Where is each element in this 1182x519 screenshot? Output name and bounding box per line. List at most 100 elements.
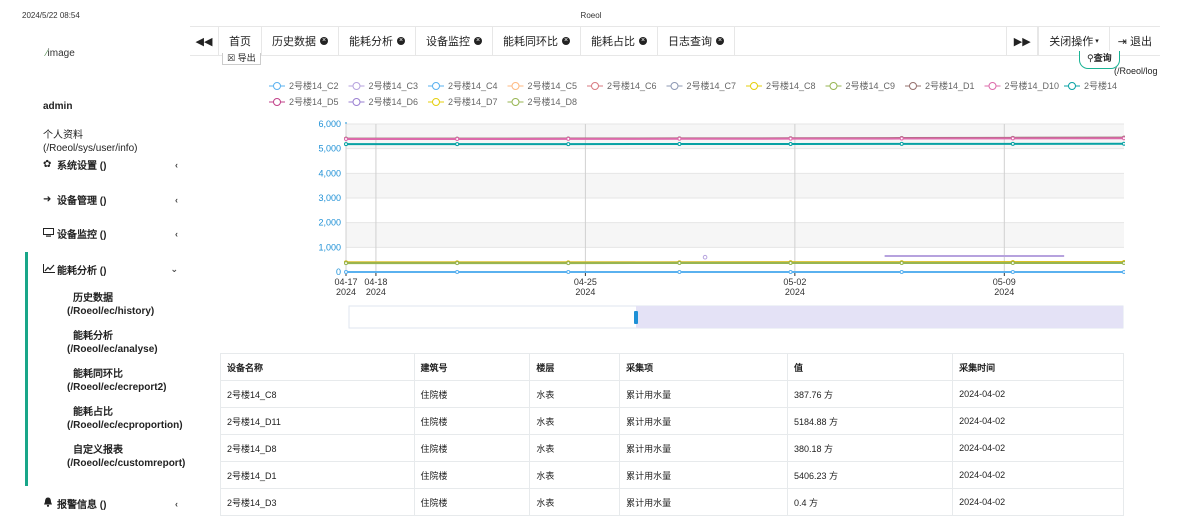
series-point [788,261,793,266]
close-icon[interactable]: × [562,37,570,45]
table-row[interactable]: 2号楼14_D11 住院楼 水表 累计用水量 5184.88 方 2024-04-02 [220,407,1124,435]
chevron-left-icon: ‹ [175,159,178,170]
grid-band [346,173,1124,198]
menu-label: 报警信息 () [57,500,107,511]
close-icon[interactable]: × [474,37,482,45]
sign-out-icon: ⇥ [1117,35,1127,48]
legend-label: 2号楼14_C6 [607,80,657,91]
col-value[interactable]: 值 [786,353,954,381]
tab-label: 能耗同环比 [503,36,558,48]
x-tick-label: 05-02 [783,277,806,287]
table-row[interactable]: 2号楼14_D3 住院楼 水表 累计用水量 0.4 方 2024-04-02 [220,488,1124,516]
top-nav: ◀◀ 首页 历史数据 × 能耗分析 × 设备监控 × 能耗同环比 × 能耗占比 × 日志查… [190,26,1160,56]
username[interactable]: admin [43,101,72,112]
grid-band [346,222,1124,248]
tab-home[interactable]: 首页 [219,27,262,55]
y-tick-label: 1,000 [318,242,341,252]
menu-device-monitoring[interactable]: 设备监控 () ‹ [43,226,178,241]
grid-band [346,148,1124,174]
active-menu-indicator [25,252,28,486]
x-tick-year: 2024 [994,287,1014,297]
submenu-customreport[interactable]: 自定义报表 (/Roeol/ec/customreport) [67,444,185,470]
submenu-path: (/Roeol/ec/ecproportion) [67,420,183,431]
menu-alarm-info[interactable]: 报警信息 () ‹ [43,496,178,511]
close-icon[interactable]: × [716,37,724,45]
series-point [455,270,460,274]
legend-label: 2号楼14_C7 [687,80,737,91]
exit-label: 退出 [1130,36,1152,48]
cell: 0.4 方 [786,488,954,516]
legend-marker [432,98,440,106]
search-icon: ⚲ [1087,53,1094,63]
tab-analyse[interactable]: 能耗分析 × [339,27,416,55]
legend-label: 2号楼14_C3 [369,80,419,91]
legend-label: 2号楼14_C5 [528,80,578,91]
submenu-history[interactable]: 历史数据 (/Roeol/ec/history) [67,292,154,318]
submenu-analyse[interactable]: 能耗分析 (/Roeol/ec/analyse) [67,330,158,356]
series-point [899,136,904,141]
legend-label: 2号楼14_D6 [369,96,419,107]
close-icon[interactable]: × [320,37,328,45]
table-row[interactable]: 2号楼14_D1 住院楼 水表 累计用水量 5406.23 方 2024-04-02 [220,461,1124,489]
col-building[interactable]: 建筑号 [413,353,531,381]
grid-band [346,198,1124,223]
cell: 2号楼14_D3 [220,488,415,516]
submenu-label: 能耗同环比 [73,369,123,380]
profile-link[interactable]: 个人资料 (/Roeol/sys/user/info) [43,129,137,155]
chevron-down-icon: ⌄ [170,264,178,274]
col-collect-time[interactable]: 采集时间 [952,353,1124,381]
tab-history[interactable]: 历史数据 × [262,27,339,55]
cell: 2024-04-02 [952,488,1124,516]
x-tick-year: 2024 [575,287,595,297]
cell: 累计用水量 [619,488,788,516]
nav-scroll-left-button[interactable]: ◀◀ [190,27,219,55]
chevron-left-icon: ‹ [175,228,178,239]
export-button[interactable]: ☒ 导出 [222,53,261,65]
legend-marker [670,82,679,90]
menu-device-management[interactable]: ➜ 设备管理 () ‹ [43,192,178,207]
col-collect-item[interactable]: 采集项 [619,353,788,381]
tab-ecreport2[interactable]: 能耗同环比 × [493,27,581,55]
submenu-label: 自定义报表 [73,445,123,456]
tab-log[interactable]: 日志查询 × [658,27,735,55]
col-floor[interactable]: 楼层 [529,353,621,381]
profile-path: (/Roeol/sys/user/info) [43,143,138,154]
submenu-ecreport2[interactable]: 能耗同环比 (/Roeol/ec/ecreport2) [67,368,166,394]
table-row[interactable]: 2号楼14_C8 住院楼 水表 累计用水量 387.76 方 2024-04-02 [220,380,1124,408]
series-point [455,142,460,147]
menu-system-settings[interactable]: ✿ 系统设置 () ‹ [43,157,178,172]
menu-energy-analysis[interactable]: 能耗分析 () ⌄ [43,262,178,277]
tab-monitor[interactable]: 设备监控 × [416,27,493,55]
close-operations-label: 关闭操作 [1049,36,1094,48]
logo: ⁄image [46,48,75,59]
close-icon[interactable]: × [397,37,405,45]
cell: 2号楼14_D11 [220,407,415,435]
legend-label: 2号楼14_C8 [766,80,816,91]
close-icon[interactable]: × [639,37,647,45]
col-device-name[interactable]: 设备名称 [220,353,415,381]
cell: 2号楼14_D1 [220,461,415,489]
series-point [899,141,904,146]
series-point [677,270,682,274]
series-point [1010,136,1015,141]
y-tick-label: 3,000 [318,193,341,203]
cell: 累计用水量 [619,380,788,408]
series-point [788,141,793,146]
y-tick-label: 2,000 [318,218,341,228]
legend-marker [352,82,361,90]
submenu-ecproportion[interactable]: 能耗占比 (/Roeol/ec/ecproportion) [67,406,183,432]
cell: 水表 [529,488,621,516]
series-point [455,136,460,141]
arrow-right-icon: ➜ [43,194,52,205]
tab-label: 设备监控 [426,36,470,48]
table-row[interactable]: 2号楼14_D8 住院楼 水表 累计用水量 380.18 方 2024-04-02 [220,434,1124,462]
monitor-icon [43,227,57,240]
x-tick-label: 04-25 [574,277,597,287]
export-icon: ☒ [227,53,236,63]
nav-scroll-right-button[interactable]: ▶▶ [1006,27,1039,55]
legend-marker [273,82,281,90]
tab-ecproportion[interactable]: 能耗占比 × [581,27,658,55]
menu-label: 能耗分析 () [57,266,107,277]
datazoom-handle [634,311,638,324]
cell: 2024-04-02 [952,380,1124,408]
